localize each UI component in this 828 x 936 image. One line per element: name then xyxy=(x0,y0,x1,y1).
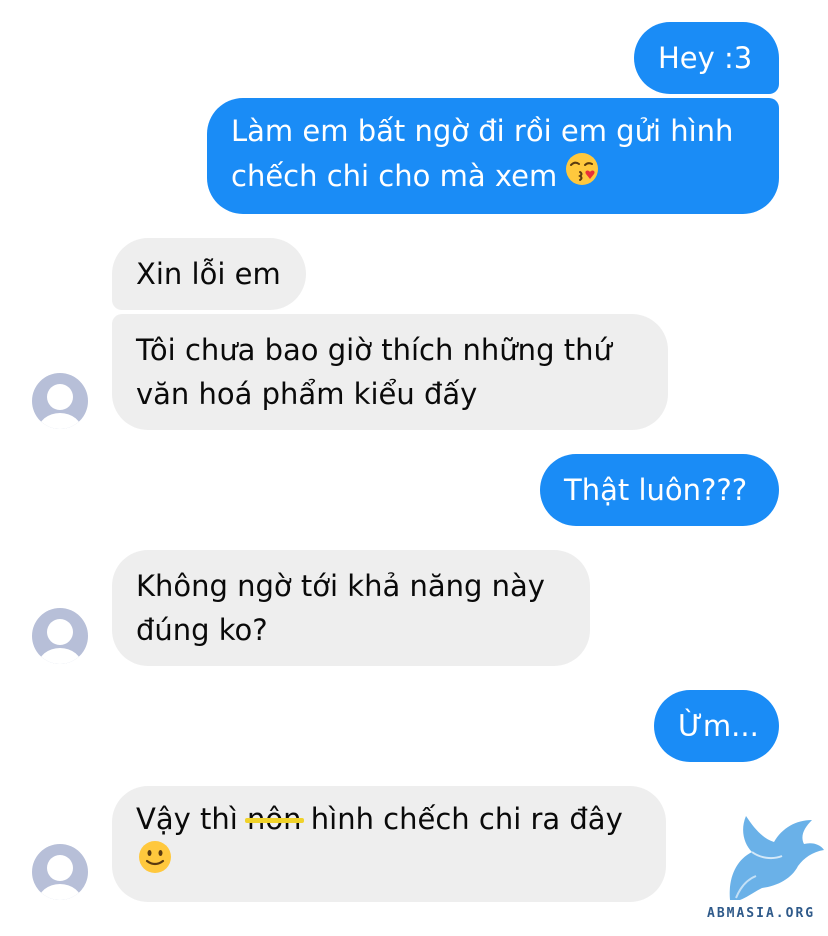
incoming-message-bubble[interactable]: Vậy thì nôn hình chếch chi ra đây xyxy=(112,786,666,902)
message-text: hình chếch chi ra đây xyxy=(310,802,623,836)
message-text: Thật luôn??? xyxy=(564,473,748,507)
message-text: Hey :3 xyxy=(658,41,753,75)
struck-word: nôn xyxy=(245,802,304,836)
message-text: Làm em bất ngờ đi rồi em gửi hình xyxy=(231,114,734,148)
slightly-smiling-face-icon xyxy=(136,838,174,888)
incoming-message-bubble[interactable]: Xin lỗi em xyxy=(112,238,306,310)
message-text: văn hoá phẩm kiểu đấy xyxy=(136,377,478,411)
outgoing-message-bubble[interactable]: Ừm... xyxy=(654,690,779,762)
message-text: Tôi chưa bao giờ thích những thứ xyxy=(136,333,612,367)
outgoing-message-bubble[interactable]: Hey :3 xyxy=(634,22,779,94)
face-blowing-kiss-icon xyxy=(563,150,601,200)
strike-highlight xyxy=(245,818,304,823)
watermark-text: ABMASIA.ORG xyxy=(707,906,816,921)
incoming-message-bubble[interactable]: Tôi chưa bao giờ thích những thứ văn hoá… xyxy=(112,314,668,430)
outgoing-message-bubble[interactable]: Thật luôn??? xyxy=(540,454,779,526)
contact-avatar-placeholder-icon[interactable] xyxy=(32,373,88,429)
incoming-message-bubble[interactable]: Không ngờ tới khả năng này đúng ko? xyxy=(112,550,590,666)
message-text: Vậy thì xyxy=(136,802,238,836)
message-text: Xin lỗi em xyxy=(136,257,281,291)
message-text: đúng ko? xyxy=(136,613,268,647)
message-text: Ừm... xyxy=(678,709,759,743)
contact-avatar-placeholder-icon[interactable] xyxy=(32,844,88,900)
contact-avatar-placeholder-icon[interactable] xyxy=(32,608,88,664)
outgoing-message-bubble[interactable]: Làm em bất ngờ đi rồi em gửi hình chếch … xyxy=(207,98,779,214)
message-text: Không ngờ tới khả năng này xyxy=(136,569,545,603)
message-text: chếch chi cho mà xem xyxy=(231,159,558,193)
